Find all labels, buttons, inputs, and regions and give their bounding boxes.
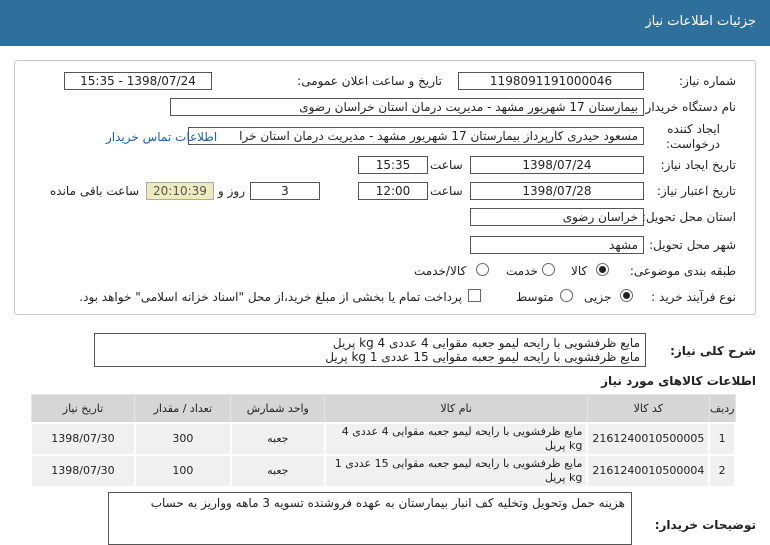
creator-label-line2: درخواست: — [666, 137, 720, 151]
announce-datetime-field: 1398/07/24 - 15:35 — [64, 72, 212, 90]
items-table-header: ردیف کد کالا نام کالا واحد شمارش تعداد /… — [30, 394, 736, 423]
summary-box: مایع ظرفشویی با رایحه لیمو جعبه مقوایی 4… — [94, 333, 646, 367]
buyer-notes-box: هزینه حمل وتحویل وتخلیه کف انبار بیمارست… — [108, 492, 632, 545]
creator-field: مسعود حیدری کارپرداز بیمارستان 17 شهریور… — [188, 127, 644, 145]
need-number-label: شماره نیاز: — [679, 74, 736, 88]
validity-time-field: 12:00 — [358, 182, 428, 200]
create-date-field: 1398/07/24 — [470, 156, 644, 174]
buyer-contact-link[interactable]: اطلاعات تماس خریدار — [106, 130, 217, 144]
treasury-payment-checkbox[interactable] — [468, 289, 481, 302]
table-row: 2 2161240010500004 مایع ظرفشویی با رایحه… — [30, 453, 736, 488]
col-row: ردیف — [708, 394, 736, 423]
need-number-field: 1198091191000046 — [458, 72, 644, 90]
city-field: مشهد — [470, 236, 644, 254]
summary-label: شرح کلی نیاز: — [670, 344, 756, 358]
page-header: جزئیات اطلاعات نیاز — [0, 0, 770, 46]
category-radio-goods-service[interactable] — [476, 263, 489, 276]
category-option-goods: کالا — [571, 264, 588, 278]
col-name: نام کالا — [324, 394, 588, 423]
remaining-hours-label: ساعت باقی مانده — [50, 184, 140, 198]
col-unit: واحد شمارش — [230, 394, 326, 423]
days-label: روز و — [218, 184, 245, 198]
cell-qty: 100 — [133, 453, 232, 488]
validity-date-label: تاریخ اعتبار نیاز: — [656, 184, 736, 198]
create-date-label: تاریخ ایجاد نیاز: — [660, 158, 736, 172]
items-table: ردیف کد کالا نام کالا واحد شمارش تعداد /… — [30, 394, 736, 488]
validity-time-label: ساعت — [430, 184, 463, 198]
buyer-notes-label: توضیحات خریدار: — [654, 518, 756, 532]
summary-line-1: مایع ظرفشویی با رایحه لیمو جعبه مقوایی 4… — [332, 336, 640, 350]
cell-code: 2161240010500005 — [586, 421, 711, 456]
process-type-label: نوع فرآیند خرید : — [651, 290, 736, 304]
process-option-medium: متوسط — [516, 290, 554, 304]
page-title: جزئیات اطلاعات نیاز — [645, 14, 756, 29]
category-label: طبقه بندی موضوعی: — [629, 264, 736, 278]
category-radio-goods[interactable] — [596, 263, 609, 276]
buyer-org-label: نام دستگاه خریدار: — [641, 100, 737, 114]
cell-date: 1398/07/30 — [30, 421, 136, 456]
cell-name: مایع ظرفشویی با رایحه لیمو جعبه مقوایی 1… — [323, 453, 589, 488]
table-row: 1 2161240010500005 مایع ظرفشویی با رایحه… — [30, 421, 736, 456]
process-radio-medium[interactable] — [560, 289, 573, 302]
items-section-title: اطلاعات کالاهای مورد نیاز — [601, 374, 756, 388]
cell-code: 2161240010500004 — [586, 453, 711, 488]
treasury-payment-note: پرداخت تمام یا بخشی از مبلغ خرید،از محل … — [79, 290, 462, 304]
create-time-label: ساعت — [430, 158, 463, 172]
cell-row: 1 — [708, 421, 736, 456]
col-code: کد کالا — [586, 394, 710, 423]
col-date: تاریخ نیاز — [30, 394, 136, 423]
validity-date-field: 1398/07/28 — [470, 182, 644, 200]
countdown-timer: 20:10:39 — [146, 182, 214, 200]
category-option-goods-service: کالا/خدمت — [414, 264, 467, 278]
days-remaining-field: 3 — [250, 182, 320, 200]
summary-line-2: مایع ظرفشویی با رایحه لیمو جعبه مقوایی 1… — [325, 350, 640, 364]
province-field: خراسان رضوی — [470, 208, 644, 226]
process-option-minor: جزیی — [584, 290, 612, 304]
announce-datetime-label: تاریخ و ساعت اعلان عمومی: — [297, 74, 442, 88]
process-radio-minor[interactable] — [620, 289, 633, 302]
cell-date: 1398/07/30 — [30, 453, 136, 488]
category-radio-service[interactable] — [542, 263, 555, 276]
cell-unit: جعبه — [229, 421, 326, 456]
cell-qty: 300 — [133, 421, 232, 456]
create-time-field: 15:35 — [358, 156, 428, 174]
cell-name: مایع ظرفشویی با رایحه لیمو جعبه مقوایی 4… — [323, 421, 589, 456]
creator-label-line1: ایجاد کننده — [667, 122, 720, 136]
province-label: استان محل تحویل: — [641, 210, 736, 224]
category-option-service: خدمت — [506, 264, 538, 278]
buyer-org-field: بیمارستان 17 شهریور مشهد - مدیریت درمان … — [170, 98, 644, 116]
city-label: شهر محل تحویل: — [649, 238, 736, 252]
cell-row: 2 — [708, 453, 736, 488]
cell-unit: جعبه — [229, 453, 326, 488]
col-qty: تعداد / مقدار — [134, 394, 232, 423]
